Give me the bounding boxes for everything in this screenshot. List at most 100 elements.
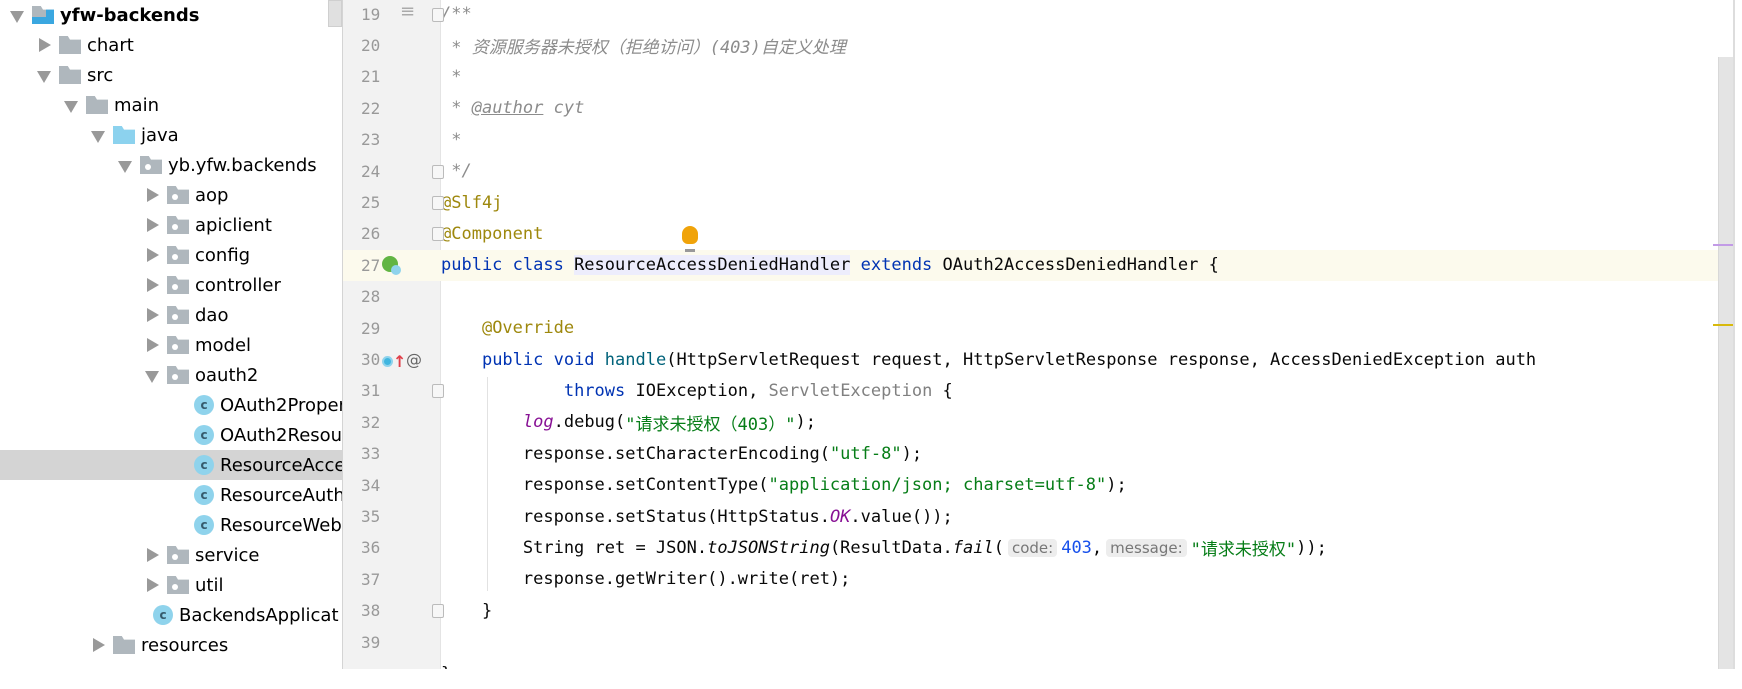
fold-marker-icon[interactable] — [432, 604, 444, 619]
code-token: @Override — [481, 318, 575, 339]
code-line[interactable]: * 资源服务器未授权（拒绝访问）(403)自定义处理 — [441, 30, 1718, 61]
chevron-down-icon[interactable] — [10, 8, 24, 23]
tree-item[interactable]: model — [0, 330, 342, 360]
fold-marker-icon[interactable] — [432, 195, 444, 210]
code-line[interactable]: * @author cyt — [441, 93, 1718, 124]
chevron-right-icon[interactable] — [145, 578, 159, 592]
code-token: * — [441, 98, 472, 119]
tree-item[interactable]: dao — [0, 300, 342, 330]
editor-gutter: 19 20 21 22 23 24 25 26 27 28 29 30 31 32 33 34 35 36 37 38… — [343, 0, 441, 669]
editor-scrollbar[interactable] — [1718, 57, 1733, 669]
line-number: 36 — [361, 538, 381, 558]
fold-marker-icon[interactable] — [432, 164, 444, 179]
tree-item[interactable]: c ResourceWebS — [0, 510, 342, 540]
tree-item-label: config — [195, 244, 251, 266]
code-line[interactable] — [441, 627, 1718, 658]
chevron-down-icon[interactable] — [37, 68, 51, 83]
tree-item[interactable]: util — [0, 570, 342, 600]
spring-bean-icon[interactable] — [382, 256, 401, 276]
chevron-down-icon[interactable] — [118, 158, 132, 173]
line-number: 21 — [361, 67, 381, 87]
reader-mode-icon[interactable]: ≡ — [400, 1, 415, 22]
warning-stripe-mark[interactable] — [1713, 324, 1733, 326]
code-token: public class — [441, 255, 575, 276]
intention-bulb-icon[interactable] — [682, 226, 698, 253]
project-tree-scrollbar[interactable] — [328, 0, 342, 27]
code-line[interactable]: /** — [441, 0, 1718, 30]
chevron-right-icon[interactable] — [91, 638, 105, 652]
class-icon: c — [194, 425, 214, 445]
override-method-icon[interactable]: ↑ — [382, 352, 406, 371]
chevron-down-icon[interactable] — [64, 98, 78, 113]
fold-marker-icon[interactable] — [432, 227, 444, 242]
fold-marker-icon[interactable] — [432, 384, 444, 399]
code-line[interactable]: } — [441, 595, 1718, 626]
tree-item[interactable]: service — [0, 540, 342, 570]
chevron-down-icon[interactable] — [145, 368, 159, 383]
fold-marker-icon[interactable] — [432, 7, 444, 22]
code-token: cyt — [543, 98, 585, 119]
chevron-right-icon[interactable] — [145, 248, 159, 262]
tree-item[interactable]: main — [0, 90, 342, 120]
chevron-right-icon[interactable] — [145, 548, 159, 562]
code-line[interactable] — [441, 281, 1718, 312]
code-line[interactable]: response.setCharacterEncoding("utf-8"); — [441, 438, 1718, 469]
error-stripe-mark[interactable] — [1713, 244, 1733, 246]
code-line[interactable]: String ret = JSON. toJSONString (ResultDat… — [441, 532, 1718, 563]
code-token: */ — [441, 161, 472, 182]
tree-item[interactable]: src — [0, 60, 342, 90]
tree-item[interactable]: controller — [0, 270, 342, 300]
code-line[interactable]: throws IOException, ServletException { — [441, 375, 1718, 406]
resources-folder-icon — [113, 636, 135, 654]
line-number: 34 — [361, 475, 381, 495]
tree-item[interactable]: java — [0, 120, 342, 150]
tree-item[interactable]: yfw-backends — [0, 0, 342, 30]
tree-item-label: aop — [195, 184, 229, 206]
tree-item[interactable]: config — [0, 240, 342, 270]
tree-item[interactable]: resources — [0, 630, 342, 660]
project-tree[interactable]: yfw-backends chart src main java yb.yfw.backe… — [0, 0, 343, 669]
code-token: response.setCharacterEncoding( — [441, 443, 830, 464]
tree-item[interactable]: apiclient — [0, 210, 342, 240]
line-number: 35 — [361, 507, 381, 527]
tree-item[interactable]: aop — [0, 180, 342, 210]
code-line[interactable]: @Override — [441, 313, 1718, 344]
tree-item-label: oauth2 — [195, 364, 259, 386]
code-line[interactable]: * — [441, 61, 1718, 92]
code-line[interactable]: response.setStatus(HttpStatus. OK .value()… — [441, 501, 1718, 532]
tree-item-label: service — [195, 544, 260, 566]
tree-item[interactable]: c ResourceAcces — [0, 450, 342, 480]
chevron-right-icon[interactable] — [145, 218, 159, 232]
tree-item[interactable]: chart — [0, 30, 342, 60]
chevron-right-icon[interactable] — [145, 278, 159, 292]
code-line[interactable]: * — [441, 124, 1718, 155]
chevron-down-icon[interactable] — [91, 128, 105, 143]
tree-item-label: util — [195, 574, 224, 596]
line-number: 33 — [361, 444, 381, 464]
code-line[interactable]: } — [441, 658, 1718, 669]
chevron-right-icon[interactable] — [145, 338, 159, 352]
tree-item[interactable]: c ResourceAuthe — [0, 480, 342, 510]
code-line[interactable]: @Slf4j — [441, 187, 1718, 218]
tree-item[interactable]: c OAuth2Resour — [0, 420, 342, 450]
code-line[interactable]: public void handle (HttpServletRequest re… — [441, 344, 1718, 375]
code-token: ServletException — [768, 380, 933, 401]
chevron-right-icon[interactable] — [37, 38, 51, 52]
code-line[interactable]: @Component — [441, 218, 1718, 249]
package-icon — [167, 546, 189, 564]
tree-item[interactable]: c BackendsApplicat — [0, 600, 342, 630]
tree-item[interactable]: oauth2 — [0, 360, 342, 390]
code-line[interactable]: response.getWriter().write(ret); — [441, 564, 1718, 595]
code-token: log — [522, 412, 554, 433]
tree-item[interactable]: c OAuth2Proper — [0, 390, 343, 420]
tree-item[interactable]: yb.yfw.backends — [0, 150, 342, 180]
chevron-right-icon[interactable] — [145, 188, 159, 202]
tree-item-label: OAuth2Proper — [220, 394, 343, 416]
line-number: 31 — [361, 381, 381, 401]
code-line[interactable]: public class ResourceAccessDeniedHandler… — [441, 249, 1718, 282]
chevron-right-icon[interactable] — [145, 308, 159, 322]
code-editor[interactable]: /** * 资源服务器未授权（拒绝访问）(403)自定义处理 * * @auth… — [441, 0, 1718, 669]
code-line[interactable]: */ — [441, 156, 1718, 187]
code-line[interactable]: response.setContentType("application/jso… — [441, 470, 1718, 501]
code-line[interactable]: log .debug("请求未授权（403）"); — [441, 407, 1718, 438]
